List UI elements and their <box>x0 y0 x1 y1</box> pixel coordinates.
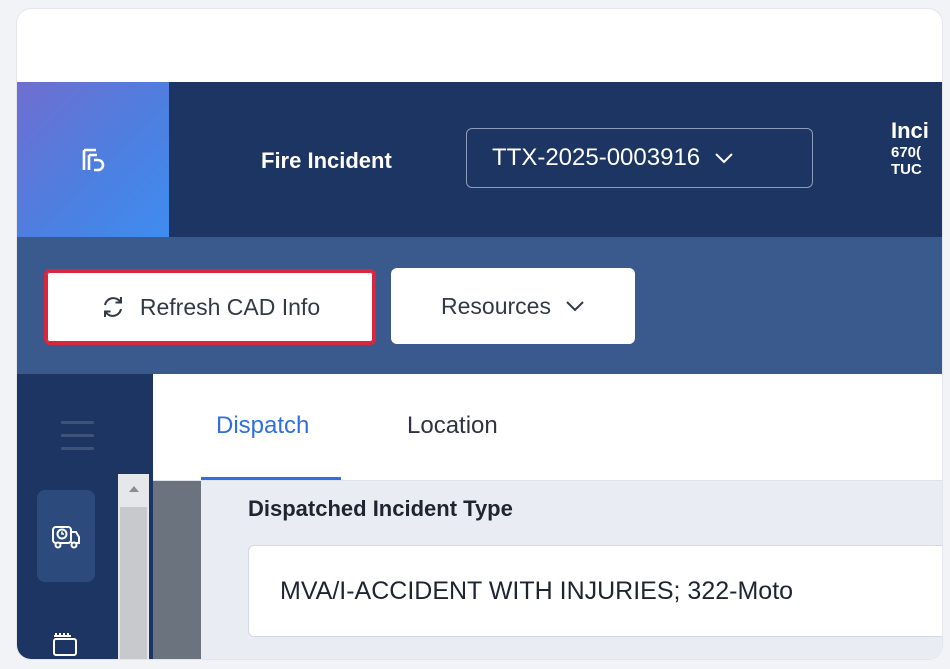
scroll-up-arrow-icon[interactable] <box>118 474 149 504</box>
incident-summary-title: Inci <box>891 118 929 143</box>
main-content: Dispatch Location Dispatched Incident Ty… <box>153 374 942 659</box>
chevron-down-icon <box>565 300 585 312</box>
menu-icon[interactable] <box>61 421 94 460</box>
top-header: Fire Incident TTX-2025-0003916 Inci 670(… <box>17 82 942 237</box>
incident-number-select[interactable]: TTX-2025-0003916 <box>466 128 813 188</box>
refresh-cad-info-label: Refresh CAD Info <box>139 293 321 320</box>
resources-label: Resources <box>441 292 551 319</box>
ambulance-clock-icon <box>52 526 80 549</box>
page-title: Fire Incident <box>261 148 392 173</box>
dispatched-incident-type-label: Dispatched Incident Type <box>248 496 513 521</box>
action-toolbar: Refresh CAD Info Resources <box>17 237 942 374</box>
sidebar-scrollbar[interactable] <box>118 474 149 659</box>
tab-location[interactable]: Location <box>407 412 498 440</box>
app-logo[interactable] <box>17 82 169 237</box>
app-window: Fire Incident TTX-2025-0003916 Inci 670(… <box>17 9 942 659</box>
active-tab-indicator <box>201 477 341 480</box>
incident-summary: Inci 670( TUC <box>891 118 929 178</box>
content-gutter <box>153 481 201 659</box>
refresh-cad-info-button[interactable]: Refresh CAD Info <box>44 269 376 345</box>
incident-summary-address: 670( <box>891 144 922 161</box>
tab-dispatch[interactable]: Dispatch <box>216 412 309 440</box>
tab-bar: Dispatch Location <box>153 374 942 481</box>
scroll-thumb[interactable] <box>120 507 147 659</box>
incident-summary-city: TUC <box>891 161 922 178</box>
refresh-icon <box>100 294 126 320</box>
resources-dropdown-button[interactable]: Resources <box>391 268 635 344</box>
fire-truck-icon <box>53 633 77 656</box>
incident-number-value: TTX-2025-0003916 <box>492 144 701 171</box>
chevron-down-icon <box>714 152 734 164</box>
nav-item-dispatch[interactable] <box>37 490 95 582</box>
dispatched-incident-type-field[interactable]: MVA/I-ACCIDENT WITH INJURIES; 322-Moto <box>248 545 942 637</box>
dispatch-panel: Dispatched Incident Type MVA/I-ACCIDENT … <box>201 481 942 659</box>
side-nav <box>17 374 153 659</box>
app-logo-icon <box>82 148 105 171</box>
nav-item-apparatus[interactable] <box>51 630 81 659</box>
